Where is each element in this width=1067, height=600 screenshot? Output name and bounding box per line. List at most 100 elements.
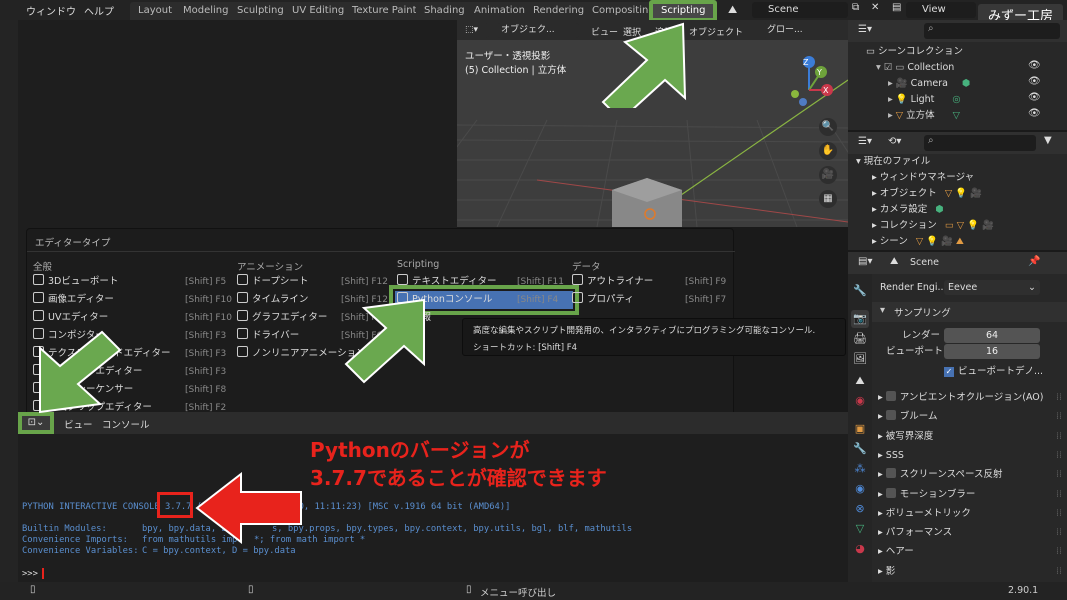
eye-icon-light[interactable]: 👁 bbox=[1028, 92, 1041, 103]
render-engine-dropdown[interactable]: Eevee ⌄ bbox=[944, 280, 1040, 295]
drag-handle-icon[interactable]: ⁞⁞ bbox=[1056, 388, 1062, 407]
tab-uv-editing[interactable]: UV Editing bbox=[284, 2, 353, 20]
tab-sculpting[interactable]: Sculpting bbox=[229, 2, 292, 20]
scene-tab-icon[interactable]: ⛰ bbox=[851, 372, 869, 390]
tab-shading[interactable]: Shading bbox=[416, 2, 473, 20]
zoom-icon[interactable]: 🔍 bbox=[819, 118, 837, 136]
editor-type-item[interactable]: ドープシート bbox=[237, 273, 308, 291]
display-mode-icon[interactable]: ☰▾ bbox=[858, 24, 872, 35]
object-tab-icon[interactable]: ▣ bbox=[851, 420, 869, 438]
camera-view-icon[interactable]: 🎥 bbox=[819, 166, 837, 184]
sampling-panel-header[interactable]: ▾ サンプリング bbox=[872, 302, 1067, 322]
drag-handle-icon[interactable]: ⁞⁞ bbox=[1056, 446, 1062, 465]
properties-section-header[interactable]: ▸ ヘアー ⁞⁞ bbox=[878, 542, 1064, 561]
tab-scripting[interactable]: Scripting bbox=[649, 0, 718, 22]
world-tab-icon[interactable]: ◉ bbox=[851, 392, 869, 410]
view-layer-field[interactable]: View Layer bbox=[906, 2, 976, 31]
grid-ortho-icon[interactable]: ▦ bbox=[819, 190, 837, 208]
tab-texture-paint[interactable]: Texture Paint bbox=[344, 2, 425, 20]
properties-section-header[interactable]: ▸ SSS ⁞⁞ bbox=[878, 446, 1064, 465]
tree-current-file[interactable]: ▾ 現在のファイル bbox=[856, 154, 930, 170]
editor-type-item[interactable]: 画像エディター bbox=[33, 291, 114, 309]
editor-type-item[interactable]: グラフエディター bbox=[237, 309, 327, 327]
tree-camera-settings[interactable]: ▸ カメラ設定 ⬢ bbox=[872, 202, 944, 218]
particles-tab-icon[interactable]: ⁂ bbox=[851, 460, 869, 478]
properties-section-header[interactable]: ▸ 影 ⁞⁞ bbox=[878, 562, 1064, 581]
tree-root-scene-collection[interactable]: ▭ シーンコレクション bbox=[866, 44, 963, 60]
modifier-tab-icon[interactable]: 🔧 bbox=[851, 440, 869, 458]
viewport-samples-field[interactable]: 16 bbox=[944, 344, 1040, 359]
editor-type-item-label: テキストエディター bbox=[412, 276, 497, 287]
section-checkbox[interactable] bbox=[885, 468, 896, 479]
transform-orientation-dropdown[interactable]: グロー... bbox=[763, 23, 829, 38]
drag-handle-icon[interactable]: ⁞⁞ bbox=[1056, 562, 1062, 581]
mode-dropdown[interactable]: オブジェク... bbox=[497, 23, 579, 38]
physics-tab-icon[interactable]: ◉ bbox=[851, 480, 869, 498]
tree-objects[interactable]: ▸ オブジェクト ▽ 💡 🎥 bbox=[872, 186, 982, 202]
tree-row-light[interactable]: ▸ 💡 Light ◎ bbox=[888, 92, 961, 108]
scene-field[interactable]: Scene bbox=[752, 2, 848, 18]
tree-row-cube[interactable]: ▸ ▽ 立方体 ▽ bbox=[888, 108, 960, 124]
render-samples-field[interactable]: 64 bbox=[944, 328, 1040, 343]
close-icon[interactable]: ✕ bbox=[871, 2, 879, 13]
tree-row-collection[interactable]: ▾ ☑ ▭ Collection bbox=[876, 60, 954, 76]
editor-type-item[interactable]: タイムライン bbox=[237, 291, 308, 309]
pin-icon[interactable]: 📌 bbox=[1028, 256, 1040, 267]
viewport-denoise-checkbox[interactable]: ✓ ビューポートデノ... bbox=[944, 362, 1043, 381]
tree-row-camera[interactable]: ▸ 🎥 Camera ⬢ bbox=[888, 76, 970, 92]
eye-icon-collection[interactable]: 👁 bbox=[1028, 60, 1041, 71]
outliner-search-input[interactable]: ⌕ bbox=[924, 23, 1060, 39]
properties-section-header[interactable]: ▸ スクリーンスペース反射 ⁞⁞ bbox=[878, 465, 1064, 484]
tab-modeling[interactable]: Modeling bbox=[175, 2, 237, 20]
output-tab-icon[interactable]: 🖨 bbox=[851, 330, 869, 348]
tree-scenes[interactable]: ▸ シーン ▽ 💡 🎥 ⛰ bbox=[872, 234, 964, 250]
data-tab-icon[interactable]: ▽ bbox=[851, 520, 869, 538]
properties-section-header[interactable]: ▸ ボリューメトリック ⁞⁞ bbox=[878, 504, 1064, 523]
properties-section-header[interactable]: ▸ ブルーム ⁞⁞ bbox=[878, 407, 1064, 426]
drag-handle-icon[interactable]: ⁞⁞ bbox=[1056, 407, 1062, 426]
tab-rendering[interactable]: Rendering bbox=[525, 2, 593, 20]
tree-collections[interactable]: ▸ コレクション ▭ ▽ 💡 🎥 bbox=[872, 218, 994, 234]
copy-scene-icon[interactable]: ⧉ bbox=[852, 2, 859, 13]
section-checkbox[interactable] bbox=[885, 391, 896, 401]
tool-tab-icon[interactable]: 🔧 bbox=[851, 282, 869, 300]
properties-section-header[interactable]: ▸ モーションブラー ⁞⁞ bbox=[878, 485, 1064, 504]
properties-section-header[interactable]: ▸ パフォーマンス ⁞⁞ bbox=[878, 523, 1064, 542]
drag-handle-icon[interactable]: ⁞⁞ bbox=[1056, 427, 1062, 446]
section-checkbox[interactable] bbox=[885, 487, 896, 498]
properties-section-header[interactable]: ▸ アンビエントオクルージョン(AO) ⁞⁞ bbox=[878, 388, 1064, 407]
blend-search-input[interactable]: ⌕ bbox=[924, 135, 1036, 151]
tab-animation[interactable]: Animation bbox=[466, 2, 533, 20]
filter-mode-icon[interactable]: ⟲▾ bbox=[888, 136, 901, 147]
annotation-line1: Pythonのバージョンが bbox=[310, 438, 530, 462]
navigation-gizmo[interactable] bbox=[779, 54, 839, 114]
drag-handle-icon[interactable]: ⁞⁞ bbox=[1056, 485, 1062, 504]
pan-hand-icon[interactable]: ✋ bbox=[819, 142, 837, 160]
editor-type-item[interactable]: ドライバー bbox=[237, 327, 299, 345]
editor-type-item[interactable]: 3Dビューポート bbox=[33, 273, 118, 291]
tab-layout[interactable]: Layout bbox=[130, 2, 180, 20]
drag-handle-icon[interactable]: ⁞⁞ bbox=[1056, 542, 1062, 561]
editor-type-item[interactable]: UVエディター bbox=[33, 309, 108, 327]
tree-window-manager[interactable]: ▸ ウィンドウマネージャ bbox=[872, 170, 974, 186]
drag-handle-icon[interactable]: ⁞⁞ bbox=[1056, 523, 1062, 542]
constraints-tab-icon[interactable]: ⊗ bbox=[851, 500, 869, 518]
editor-type-icon[interactable]: ▤▾ bbox=[858, 256, 872, 267]
menu-window[interactable]: ウィンドウ bbox=[26, 3, 76, 18]
menu-help[interactable]: ヘルプ bbox=[84, 3, 114, 18]
editor-type-item[interactable]: アウトライナー bbox=[572, 273, 653, 291]
eye-icon-cube[interactable]: 👁 bbox=[1028, 108, 1041, 119]
filter-icon[interactable]: ▼ bbox=[1044, 135, 1052, 146]
material-tab-icon[interactable]: ◕ bbox=[851, 540, 869, 558]
view-layer-tab-icon[interactable]: 🖼 bbox=[851, 350, 869, 368]
render-tab-icon[interactable]: 📷 bbox=[851, 310, 869, 328]
editor-type-item[interactable]: テキストエディター bbox=[397, 273, 497, 291]
drag-handle-icon[interactable]: ⁞⁞ bbox=[1056, 504, 1062, 523]
editor-type-item[interactable]: プロパティ bbox=[572, 291, 634, 309]
display-mode-icon[interactable]: ☰▾ bbox=[858, 136, 872, 147]
properties-section-header[interactable]: ▸ 被写界深度 ⁞⁞ bbox=[878, 427, 1064, 446]
drag-handle-icon[interactable]: ⁞⁞ bbox=[1056, 465, 1062, 484]
eye-icon-camera[interactable]: 👁 bbox=[1028, 76, 1041, 87]
section-checkbox[interactable] bbox=[885, 410, 896, 421]
editor-type-3d-button[interactable]: ⬚▾ bbox=[461, 23, 489, 38]
